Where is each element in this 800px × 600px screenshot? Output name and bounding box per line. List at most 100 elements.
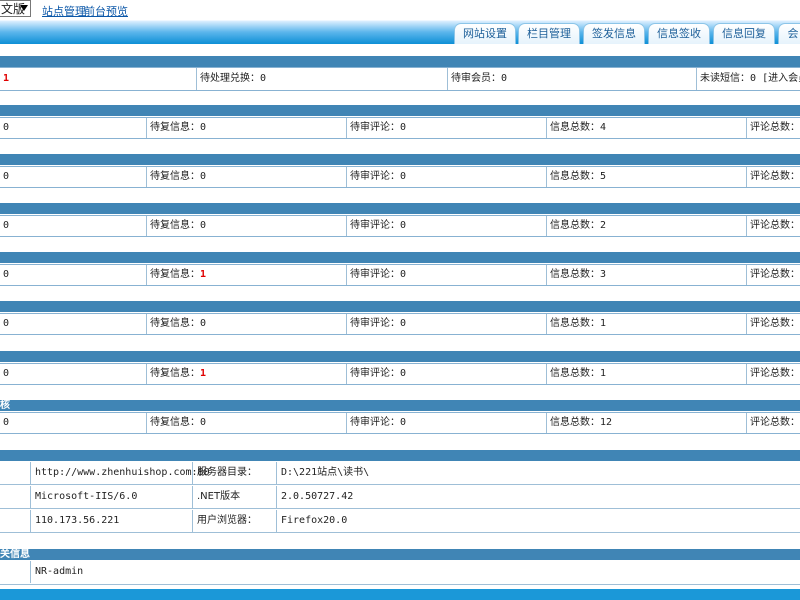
related-info-header: 关信息 — [0, 549, 800, 560]
channel-header — [0, 252, 800, 263]
info-total-cell: 信息总数：12 — [546, 413, 746, 433]
channel-header — [0, 203, 800, 214]
info-total-value: 12 — [600, 417, 613, 428]
admin-name: NR-admin — [30, 561, 800, 583]
comment-total-cell: 评论总数：0 — [746, 118, 800, 138]
info-total-value: 4 — [600, 122, 607, 133]
comment-total-cell: 评论总数：0 — [746, 364, 800, 384]
browser-value: Firefox20.0 — [276, 510, 800, 532]
pending-reply-cell: 待复信息：1 — [146, 265, 346, 285]
unread-messages-cell: 未读短信：0 [进入会员中 — [696, 68, 800, 90]
pending-exchange-value: 0 — [260, 73, 267, 84]
tab-member[interactable]: 会 — [778, 23, 800, 44]
pending-exchange-cell: 待处理兑换：0 — [196, 68, 447, 90]
info-total-cell: 信息总数：4 — [546, 118, 746, 138]
pending-reply-label: 待复信息： — [150, 220, 200, 231]
tab-reply-info[interactable]: 信息回复 — [713, 23, 775, 44]
summary-header — [0, 56, 800, 67]
channel-header: 核 — [0, 400, 800, 411]
info-total-value: 3 — [600, 269, 607, 280]
server-dir-value: D:\221站点\读书\ — [276, 462, 800, 484]
channel-left-value: 0 — [3, 368, 10, 379]
pending-members-value: 0 — [501, 73, 508, 84]
pending-review-cell: 待审评论：0 — [346, 314, 546, 334]
channel-header — [0, 301, 800, 312]
pending-exchange-label: 待处理兑换： — [200, 73, 260, 84]
info-total-label: 信息总数： — [550, 318, 600, 329]
server-ip: 110.173.56.221 — [30, 510, 192, 532]
front-preview-link[interactable]: 前台预览 — [84, 3, 128, 19]
pending-review-cell: 待审评论：0 — [346, 413, 546, 433]
server-dir-label: 服务器目录： — [192, 462, 276, 484]
summary-first-value: 1 — [3, 73, 10, 84]
tab-sign-info[interactable]: 信息签收 — [648, 23, 710, 44]
footer-bar — [0, 589, 800, 600]
channel-left-value: 0 — [3, 171, 10, 182]
comment-total-cell: 评论总数：0 — [746, 216, 800, 236]
comment-total-label: 评论总数： — [750, 171, 800, 182]
pending-members-label: 待审会员： — [451, 73, 501, 84]
pending-reply-cell: 待复信息：0 — [146, 118, 346, 138]
dotnet-version-label: .NET版本 — [192, 486, 276, 508]
pending-reply-label: 待复信息： — [150, 269, 200, 280]
channel-title: 核 — [0, 400, 10, 411]
comment-total-cell: 评论总数：0 — [746, 314, 800, 334]
summary-row: 1 待处理兑换：0 待审会员：0 未读短信：0 [进入会员中 — [0, 67, 800, 91]
pending-reply-label: 待复信息： — [150, 318, 200, 329]
info-total-cell: 信息总数：1 — [546, 364, 746, 384]
info-total-value: 5 — [600, 171, 607, 182]
related-info-title: 关信息 — [0, 549, 30, 560]
channel-stats-row: 0待复信息：0待审评论：0信息总数：12评论总数：0 — [0, 412, 800, 434]
pending-reply-value: 0 — [200, 171, 207, 182]
pending-review-cell: 待审评论：0 — [346, 216, 546, 236]
tab-issue-info[interactable]: 签发信息 — [583, 23, 645, 44]
info-total-label: 信息总数： — [550, 171, 600, 182]
pending-reply-value: 1 — [200, 368, 207, 379]
info-total-label: 信息总数： — [550, 368, 600, 379]
unread-label: 未读短信： — [700, 73, 750, 84]
info-total-cell: 信息总数：1 — [546, 314, 746, 334]
channel-stats-row: 0待复信息：0待审评论：0信息总数：2评论总数：0 — [0, 215, 800, 237]
pending-review-cell: 待审评论：0 — [346, 167, 546, 187]
top-bar: 文版 站点管理 前台预览 网站设置 栏目管理 签发信息 信息签收 信息回复 会 — [0, 0, 800, 44]
server-row: 110.173.56.221 用户浏览器： Firefox20.0 — [0, 510, 800, 533]
pending-reply-cell: 待复信息：0 — [146, 413, 346, 433]
member-center-link[interactable]: [进入会员中 — [762, 73, 800, 84]
info-total-value: 1 — [600, 368, 607, 379]
server-row: Microsoft-IIS/6.0 .NET版本 2.0.50727.42 — [0, 486, 800, 509]
comment-total-cell: 评论总数：0 — [746, 413, 800, 433]
pending-review-label: 待审评论： — [350, 171, 400, 182]
info-total-cell: 信息总数：5 — [546, 167, 746, 187]
related-info-row: NR-admin — [0, 561, 800, 585]
comment-total-label: 评论总数： — [750, 269, 800, 280]
pending-reply-label: 待复信息： — [150, 417, 200, 428]
pending-review-value: 0 — [400, 220, 407, 231]
channel-header — [0, 154, 800, 165]
pending-review-value: 0 — [400, 368, 407, 379]
comment-total-cell: 评论总数：0 — [746, 265, 800, 285]
pending-review-label: 待审评论： — [350, 269, 400, 280]
comment-total-label: 评论总数： — [750, 220, 800, 231]
pending-reply-value: 0 — [200, 417, 207, 428]
chevron-down-icon[interactable] — [20, 5, 28, 11]
comment-total-label: 评论总数： — [750, 368, 800, 379]
tab-column-manage[interactable]: 栏目管理 — [518, 23, 580, 44]
pending-reply-cell: 待复信息：0 — [146, 314, 346, 334]
server-software: Microsoft-IIS/6.0 — [30, 486, 192, 508]
pending-reply-cell: 待复信息：1 — [146, 364, 346, 384]
dotnet-version-value: 2.0.50727.42 — [276, 486, 800, 508]
pending-reply-label: 待复信息： — [150, 171, 200, 182]
channel-left-value: 0 — [3, 417, 10, 428]
pending-review-cell: 待审评论：0 — [346, 265, 546, 285]
site-manage-link[interactable]: 站点管理 — [42, 3, 86, 19]
pending-review-value: 0 — [400, 171, 407, 182]
pending-review-label: 待审评论： — [350, 318, 400, 329]
channel-stats-row: 0待复信息：1待审评论：0信息总数：3评论总数：0 — [0, 264, 800, 286]
channel-stats-row: 0待复信息：0待审评论：0信息总数：4评论总数：0 — [0, 117, 800, 139]
pending-review-value: 0 — [400, 318, 407, 329]
pending-review-label: 待审评论： — [350, 368, 400, 379]
comment-total-cell: 评论总数：0 — [746, 167, 800, 187]
info-total-label: 信息总数： — [550, 122, 600, 133]
pending-review-value: 0 — [400, 417, 407, 428]
tab-site-settings[interactable]: 网站设置 — [454, 23, 516, 44]
